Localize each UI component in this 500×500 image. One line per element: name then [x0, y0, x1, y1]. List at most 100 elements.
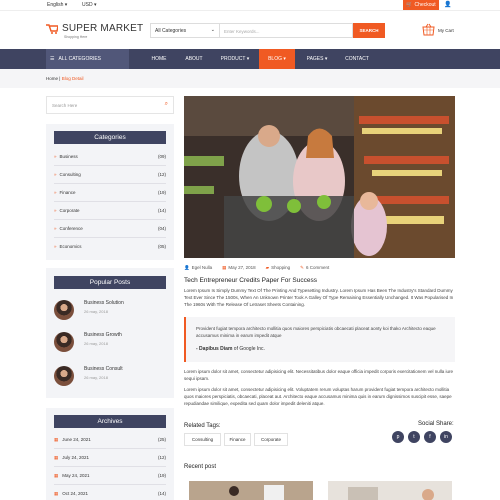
- category-item-finance[interactable]: Finance (19): [54, 190, 166, 195]
- search-input[interactable]: Enter Keywords...: [220, 23, 353, 38]
- archive-date: June 24, 2021: [62, 437, 91, 442]
- calendar-icon: ▦: [54, 491, 59, 496]
- nav-item-home[interactable]: HOME: [144, 49, 174, 69]
- shopping-basket-icon[interactable]: [422, 23, 435, 36]
- logo-title[interactable]: SUPER MARKET: [62, 23, 143, 34]
- breadcrumb-home[interactable]: Home: [46, 76, 58, 81]
- linkedin-icon[interactable]: in: [440, 431, 452, 443]
- category-label: Corporate: [54, 208, 80, 213]
- checkout-label: Checkout: [414, 2, 436, 8]
- archive-item[interactable]: ▦ Oct 24, 2021 (14): [54, 491, 166, 497]
- category-item-consulting[interactable]: Consulting (12): [54, 172, 166, 177]
- sidebar-search-placeholder: Search Here: [52, 103, 78, 108]
- category-label: Finance: [54, 190, 76, 195]
- sidebar-search-input[interactable]: Search Here ⌕: [46, 96, 174, 114]
- chevron-down-icon: ▾: [246, 56, 250, 62]
- divider: [54, 183, 166, 184]
- popular-post-title[interactable]: Business Consult: [84, 366, 123, 372]
- user-icon[interactable]: 👤: [444, 1, 451, 8]
- nav-item-contact[interactable]: CONTACT: [340, 49, 374, 69]
- post-title: Tech Entrepreneur Credits Paper For Succ…: [184, 277, 317, 284]
- avatar[interactable]: [54, 300, 74, 320]
- divider: [54, 201, 166, 202]
- nav-item-product[interactable]: PRODUCT ▾: [214, 49, 256, 69]
- archive-count: (14): [157, 491, 166, 496]
- category-count: (12): [157, 172, 166, 177]
- archives-title: Archives: [54, 415, 166, 428]
- logo-cart-icon: [46, 24, 58, 34]
- archive-count: (12): [157, 455, 166, 460]
- calendar-icon: ▦: [54, 473, 59, 478]
- quote-author: - Dapibus Diam of Google Inc.: [196, 346, 265, 352]
- categories-panel: Categories Business (09) Consulting (12) F…: [46, 124, 174, 260]
- category-count: (19): [157, 190, 166, 195]
- category-label: Conference: [54, 226, 83, 231]
- tag-label: Finance: [229, 437, 246, 442]
- cart-icon: 🛒: [406, 2, 413, 8]
- search-button[interactable]: SEARCH: [353, 23, 385, 38]
- post-date: ▦ May 27, 2018: [222, 265, 256, 271]
- category-select-value: All Categories: [155, 28, 187, 34]
- nav-item-about[interactable]: ABOUT: [178, 49, 210, 69]
- search-icon[interactable]: ⌕: [165, 101, 168, 108]
- post-date-label: May 27, 2018: [228, 265, 256, 270]
- nav-item-blog[interactable]: BLOG ▾: [259, 49, 295, 69]
- tag-corporate[interactable]: Corporate: [254, 433, 288, 446]
- nav-label: ABOUT: [185, 56, 203, 62]
- category-item-economics[interactable]: Economics (05): [54, 244, 166, 249]
- social-share-label: Social Share:: [418, 421, 454, 427]
- divider: [54, 165, 166, 166]
- chevron-down-icon: ⌄: [210, 27, 215, 33]
- related-tags-label: Related Tags:: [184, 423, 221, 429]
- post-author-label: Egel Nulla: [191, 265, 213, 270]
- tag-finance[interactable]: Finance: [224, 433, 251, 446]
- popular-posts-panel: Popular Posts Business Solution 26 may, …: [46, 268, 174, 398]
- avatar[interactable]: [54, 332, 74, 352]
- category-count: (05): [157, 244, 166, 249]
- recent-post-image[interactable]: [328, 481, 452, 500]
- tag-consulting[interactable]: Consulting: [184, 433, 221, 446]
- post-comments[interactable]: ✎ 6 Comment: [300, 265, 329, 271]
- popular-posts-title: Popular Posts: [54, 276, 166, 289]
- archive-count: (25): [157, 437, 166, 442]
- popular-post-title[interactable]: Business Solution: [84, 300, 124, 306]
- chevron-down-icon: ▾: [324, 56, 328, 62]
- checkout-button[interactable]: 🛒 Checkout: [403, 0, 439, 10]
- avatar[interactable]: [54, 366, 74, 386]
- popular-post-title[interactable]: Business Growth: [84, 332, 122, 338]
- currency-select[interactable]: USD ▾: [82, 2, 96, 8]
- logo-subtitle: Shopping Here: [64, 35, 88, 39]
- all-categories-button[interactable]: ☰ ALL CATEGORIES: [46, 49, 129, 69]
- category-item-conference[interactable]: Conference (04): [54, 226, 166, 231]
- archive-item[interactable]: ▦ May 24, 2021 (19): [54, 473, 166, 479]
- post-comments-label: 6 Comment: [305, 265, 330, 270]
- post-category[interactable]: ▰ Shopping: [266, 265, 291, 271]
- twitter-icon[interactable]: t: [408, 431, 420, 443]
- archive-item[interactable]: ▦ July 24, 2021 (12): [54, 455, 166, 461]
- currency-label: USD: [82, 2, 93, 8]
- chevron-down-icon: ▾: [283, 56, 286, 62]
- post-author[interactable]: 👤 Egel Nulla: [184, 265, 212, 271]
- category-label: Consulting: [54, 172, 81, 177]
- menu-icon: ☰: [50, 56, 55, 62]
- calendar-icon: ▦: [54, 455, 59, 460]
- all-categories-label: ALL CATEGORIES: [58, 56, 101, 62]
- category-select[interactable]: All Categories ⌄: [150, 23, 220, 38]
- category-item-business[interactable]: Business (09): [54, 154, 166, 159]
- divider: [54, 466, 166, 467]
- popular-post-date: 26 may, 2018: [84, 309, 108, 314]
- my-cart-label[interactable]: My Cart: [438, 28, 454, 33]
- quote-text: Provident fugiat tempora architecto moll…: [196, 326, 436, 338]
- nav-label: CONTACT: [345, 56, 369, 62]
- archive-item[interactable]: ▦ June 24, 2021 (25): [54, 437, 166, 443]
- pinterest-icon[interactable]: p: [392, 431, 404, 443]
- category-item-corporate[interactable]: Corporate (14): [54, 208, 166, 213]
- language-select[interactable]: English ▾: [47, 2, 67, 8]
- recent-post-image[interactable]: [189, 481, 313, 500]
- nav-item-pages[interactable]: PAGES ▾: [299, 49, 335, 69]
- archives-panel: Archives ▦ June 24, 2021 (25) ▦ July 24, 20…: [46, 408, 174, 500]
- quote-source: of Google Inc.: [232, 346, 265, 352]
- facebook-icon[interactable]: f: [424, 431, 436, 443]
- user-icon: 👤: [184, 265, 190, 270]
- breadcrumb-current: Blog Detail: [61, 76, 84, 81]
